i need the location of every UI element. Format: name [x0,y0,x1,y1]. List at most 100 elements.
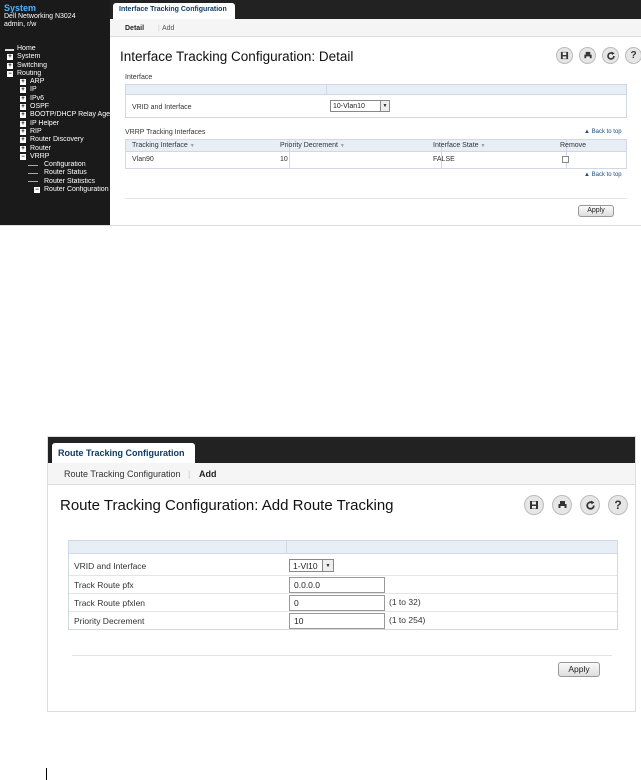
sort-icon[interactable]: ▼ [340,143,345,149]
pfxlen-range-hint: (1 to 32) [389,597,421,607]
sub-tab-bar: Route Tracking Configuration | Add [48,463,635,485]
nav-item[interactable]: Configuration [0,161,110,169]
col-header-label: Priority Decrement [280,142,338,149]
nav-item[interactable]: − Router Configuration [0,186,110,194]
nav-item[interactable]: + IP Helper [0,120,110,128]
nav-item-label: Switching [17,61,47,69]
col-header-tracking-interface[interactable]: Tracking Interface ▼ [132,142,195,149]
chevron-down-icon[interactable]: ▼ [322,560,333,571]
back-to-top-link[interactable]: ▲ Back to top [584,129,622,135]
system-title: System [4,3,37,13]
collapse-icon[interactable]: − [20,153,26,160]
col-header-remove: Remove [560,142,587,149]
vrrp-tracking-table [125,139,627,169]
collapse-icon[interactable]: − [34,187,40,194]
tree-connector [28,181,38,183]
cell-tracking-interface: Vlan90 [132,156,154,163]
cell-interface-state: FALSE [433,156,455,163]
expand-icon[interactable]: + [20,128,26,135]
nav-item[interactable]: + ARP [0,78,110,86]
help-icon[interactable]: ? [608,495,628,515]
save-icon[interactable] [556,47,573,64]
priority-decrement-label: Priority Decrement [74,616,145,626]
tree-connector [5,48,14,51]
track-route-pfx-label: Track Route pfx [74,580,134,590]
back-to-top-link-2[interactable]: ▲ Back to top [584,172,622,178]
header-divider [286,541,287,554]
nav-item-label: BOOTP/DHCP Relay Agent [30,111,110,119]
tab-interface-tracking[interactable]: Interface Tracking Configuration [113,3,235,19]
nav-item-label: Router Discovery [30,136,84,144]
nav-item[interactable]: − VRRP [0,153,110,161]
collapse-icon[interactable]: − [7,70,13,77]
expand-icon[interactable]: + [20,79,26,86]
expand-icon[interactable]: + [20,104,26,111]
back-to-top-label: Back to top [591,172,622,178]
subtab-detail[interactable]: Detail [125,25,144,32]
nav-item-label: OSPF [30,103,50,111]
nav-item[interactable]: + IPv6 [0,95,110,103]
sub-tab-bar: Detail | Add [110,19,641,37]
expand-icon[interactable]: + [20,137,26,144]
subtab-add[interactable]: Add [162,25,174,32]
nav-item[interactable]: + IP [0,86,110,94]
nav-item[interactable]: + Router [0,145,110,153]
subtab-add[interactable]: Add [199,469,217,479]
nav-item[interactable]: Router Status [0,169,110,177]
remove-checkbox[interactable] [562,156,569,163]
track-route-pfx-input[interactable]: 0.0.0.0 [289,577,385,593]
col-header-label: Interface State [433,142,479,149]
col-header-priority-decrement[interactable]: Priority Decrement ▼ [280,142,345,149]
print-icon[interactable] [579,47,596,64]
subtab-separator: | [158,25,160,32]
col-header-interface-state[interactable]: Interface State ▼ [433,142,485,149]
tab-route-tracking[interactable]: Route Tracking Configuration [52,443,195,463]
nav-item-label: Router Status [44,169,87,177]
nav-item[interactable]: + Router Discovery [0,136,110,144]
row-divider [69,593,617,594]
nav-item[interactable]: + System [0,53,110,61]
nav-item[interactable]: + Switching [0,62,110,70]
expand-icon[interactable]: + [20,145,26,152]
navigation-sidebar: System Dell Networking N3024 admin, r/w … [0,0,110,225]
expand-icon[interactable]: + [20,87,26,94]
interface-tracking-screenshot: System Dell Networking N3024 admin, r/w … [0,0,641,226]
print-icon[interactable] [552,495,572,515]
priority-decrement-input[interactable]: 10 [289,613,385,629]
expand-icon[interactable]: + [20,95,26,102]
vrid-select[interactable]: 10-Vlan10 ▼ [330,100,390,112]
nav-item[interactable]: + BOOTP/DHCP Relay Agent [0,111,110,119]
sort-icon[interactable]: ▼ [190,143,195,149]
refresh-icon[interactable] [602,47,619,64]
expand-icon[interactable]: + [7,54,13,61]
apply-button[interactable]: Apply [558,662,600,677]
nav-item[interactable]: + OSPF [0,103,110,111]
chevron-down-icon[interactable]: ▼ [380,101,389,111]
nav-item-label: Router [30,144,52,152]
expand-icon[interactable]: + [7,62,13,69]
save-icon[interactable] [524,495,544,515]
expand-icon[interactable]: + [20,112,26,119]
nav-item-label: IPv6 [30,94,45,102]
help-icon[interactable]: ? [625,47,641,64]
subtab-route-tracking-configuration[interactable]: Route Tracking Configuration [64,469,181,479]
vrid-select[interactable]: 1-Vl10 ▼ [289,559,334,572]
vrid-select-value: 1-Vl10 [293,560,318,571]
expand-icon[interactable]: + [20,120,26,127]
nav-item[interactable]: − Routing [0,70,110,78]
nav-item[interactable]: + RIP [0,128,110,136]
apply-button[interactable]: Apply [578,205,614,217]
vrid-label: VRID and Interface [132,104,192,111]
vrid-select-value: 10-Vlan10 [333,102,365,110]
system-header: System Dell Networking N3024 admin, r/w [0,0,110,30]
arrow-up-icon: ▲ [584,172,592,178]
nav-item[interactable]: Router Statistics [0,178,110,186]
navigation-tree: Home + System + Switching − Routing + ARP + IP + IPv… [0,45,110,194]
form-header-strip [69,541,617,554]
page-toolbar: ? [524,495,628,515]
sort-icon[interactable]: ▼ [480,143,485,149]
track-route-pfxlen-input[interactable]: 0 [289,595,385,611]
refresh-icon[interactable] [580,495,600,515]
nav-item[interactable]: Home [0,45,110,53]
header-divider [326,85,327,95]
